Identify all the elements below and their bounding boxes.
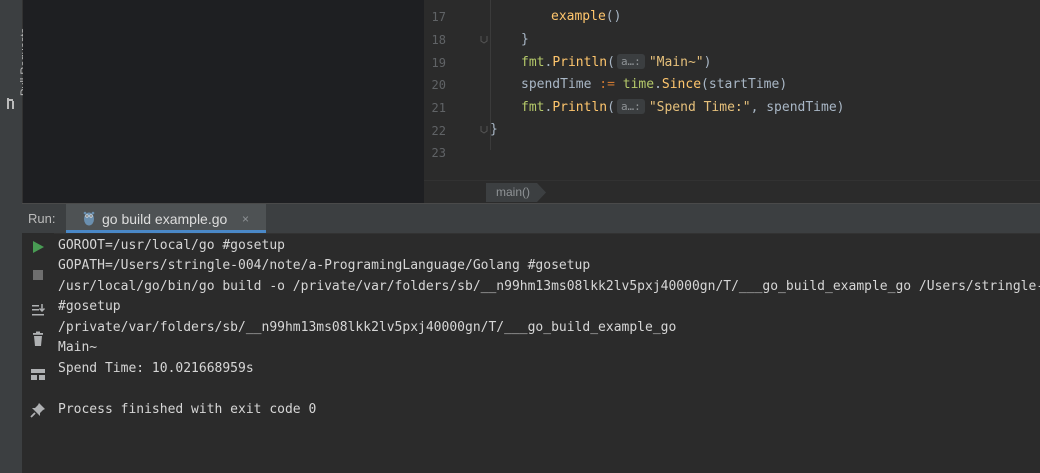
left-tool-strip: Pull Requests	[0, 0, 31, 473]
code-editor[interactable]: 17 18 19 20 21 22 23 example() } fmt.Pri…	[424, 0, 1040, 204]
pull-request-icon	[7, 98, 14, 109]
line-number: 18	[431, 33, 446, 47]
console-line: /usr/local/go/bin/go build -o /private/v…	[58, 279, 1040, 294]
line-number: 19	[431, 56, 446, 70]
run-actions-strip	[22, 233, 54, 473]
layout-icon[interactable]	[30, 366, 46, 382]
parameter-hint: a…:	[616, 54, 645, 69]
line-number: 20	[431, 78, 446, 92]
code-area[interactable]: example() } fmt.Println(a…: "Main~") spen…	[490, 0, 1040, 180]
stop-icon[interactable]	[30, 267, 46, 283]
pin-icon[interactable]	[30, 402, 46, 418]
code-line-17: example()	[551, 9, 622, 24]
run-tab-title: go build example.go	[102, 211, 228, 227]
console-line: /private/var/folders/sb/__n99hm13ms08lkk…	[58, 320, 677, 335]
run-label: Run:	[28, 211, 56, 226]
console-line: #gosetup	[58, 299, 121, 314]
code-line-20: spendTime := time.Since(startTime)	[521, 77, 788, 92]
rerun-icon[interactable]	[30, 239, 46, 255]
line-number: 21	[431, 101, 446, 115]
editor-gutter: 17 18 19 20 21 22 23	[424, 0, 488, 180]
code-line-19: fmt.Println(a…: "Main~")	[521, 54, 712, 70]
console-line: GOROOT=/usr/local/go #gosetup	[58, 238, 285, 253]
gopher-icon	[83, 211, 95, 226]
console-line: Main~	[58, 340, 98, 355]
run-tab-go-build[interactable]: go build example.go ×	[66, 204, 266, 233]
fold-marker-icon[interactable]	[480, 126, 488, 134]
code-line-22: }	[490, 122, 498, 137]
console-line: GOPATH=/Users/stringle-004/note/a-Progra…	[58, 258, 591, 273]
breadcrumb-bar: main()	[424, 180, 1040, 204]
scroll-to-end-icon[interactable]	[30, 302, 46, 318]
line-number: 22	[431, 124, 446, 138]
line-number: 23	[431, 146, 446, 160]
close-icon[interactable]: ×	[242, 212, 249, 226]
breadcrumb-main[interactable]: main()	[486, 183, 546, 202]
run-toolbar: Run: go build example.go ×	[22, 203, 1040, 234]
console-line: Process finished with exit code 0	[58, 402, 317, 417]
line-number: 17	[431, 10, 446, 24]
fold-marker-icon[interactable]	[480, 36, 488, 44]
project-pane	[23, 0, 424, 203]
console-output[interactable]: GOROOT=/usr/local/go #gosetup GOPATH=/Us…	[58, 233, 1040, 473]
parameter-hint: a…:	[616, 99, 645, 114]
pull-requests-tab[interactable]: Pull Requests	[2, 18, 31, 118]
code-line-21: fmt.Println(a…: "Spend Time:", spendTime)	[521, 99, 845, 115]
code-line-18: }	[521, 32, 529, 47]
trash-icon[interactable]	[30, 331, 46, 347]
console-line: Spend Time: 10.021668959s	[58, 361, 254, 376]
